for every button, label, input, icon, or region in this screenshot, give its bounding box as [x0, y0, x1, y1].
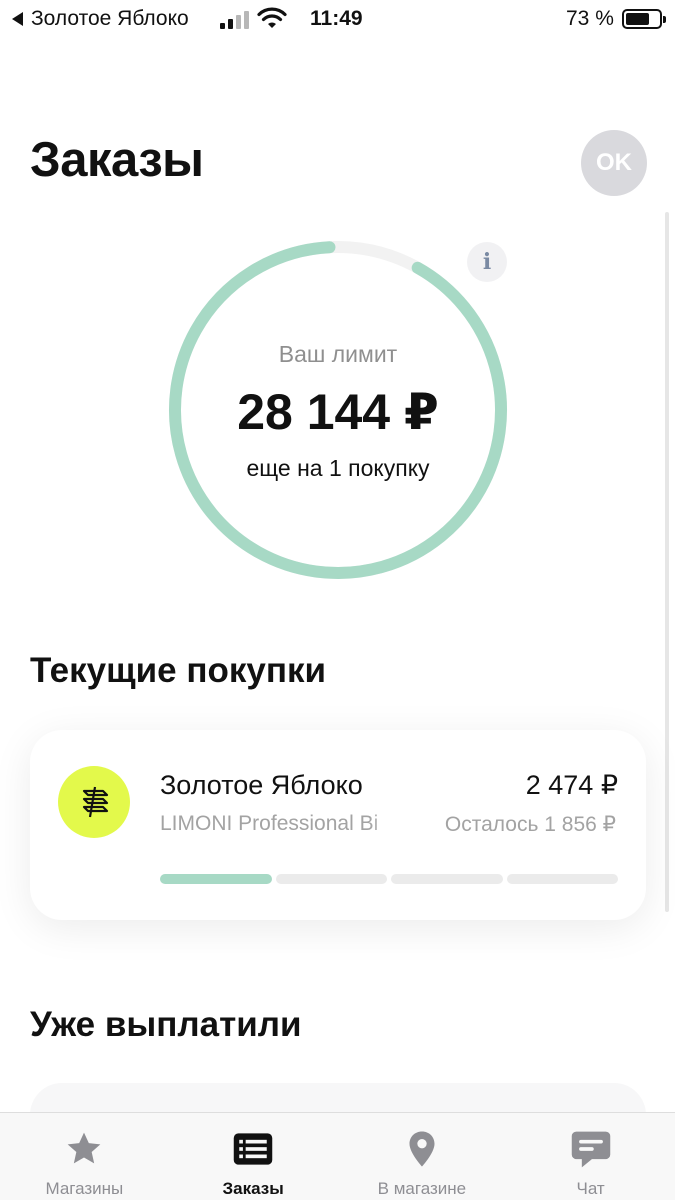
tab-in-store[interactable]: В магазине: [338, 1113, 507, 1200]
remaining-amount: Осталось 1 856 ₽: [444, 813, 616, 836]
payment-progress: [160, 874, 618, 884]
limit-label: Ваш лимит: [278, 341, 398, 367]
tab-stores[interactable]: Магазины: [0, 1113, 169, 1200]
tab-orders[interactable]: Заказы: [169, 1113, 338, 1200]
star-icon: [62, 1127, 106, 1171]
store-name: Золотое Яблоко: [160, 770, 363, 800]
profile-avatar-button[interactable]: OK: [581, 130, 647, 196]
purchase-amount: 2 474 ₽: [525, 770, 618, 800]
product-name: LIMONI Professional Bi: [160, 812, 379, 835]
limit-amount: 28 144 ₽: [237, 384, 439, 440]
clock: 11:49: [310, 7, 363, 30]
payment-segment-pending: [275, 874, 387, 884]
info-icon: i: [482, 249, 492, 275]
tab-chat[interactable]: Чат: [506, 1113, 675, 1200]
back-app-label: Золотое Яблоко: [31, 7, 189, 30]
battery-percent: 73 %: [566, 7, 614, 30]
store-logo-icon: [58, 766, 130, 838]
chat-icon: [569, 1127, 613, 1171]
back-arrow-icon: [12, 12, 23, 26]
tab-label: В магазине: [377, 1179, 467, 1198]
payment-segment-pending: [506, 874, 618, 884]
tab-label: Магазины: [45, 1179, 124, 1198]
store-logo-mark: [82, 786, 109, 818]
battery-icon: [622, 9, 666, 29]
location-pin-icon: [400, 1127, 444, 1171]
payment-segment-paid: [160, 874, 272, 884]
wifi-icon: [257, 7, 287, 28]
section-title-current: Текущие покупки: [30, 651, 326, 690]
status-bar: Золотое Яблоко 11:49 73 %: [0, 0, 675, 40]
limit-info-button[interactable]: i: [467, 242, 507, 282]
tab-bar: Магазины Заказы В магазине Чат: [0, 1112, 675, 1200]
orders-list-icon: [231, 1127, 275, 1171]
section-title-paid: Уже выплатили: [30, 1005, 302, 1044]
cellular-signal-icon: [220, 11, 250, 29]
purchase-card[interactable]: Золотое Яблоко LIMONI Professional Bi 2 …: [30, 730, 646, 920]
limit-note: еще на 1 покупку: [246, 455, 430, 481]
page-title: Заказы: [30, 133, 204, 187]
tab-label: Чат: [576, 1179, 605, 1198]
payment-segment-pending: [391, 874, 503, 884]
tab-label: Заказы: [222, 1179, 284, 1198]
back-to-app-button[interactable]: Золотое Яблоко: [12, 7, 189, 31]
battery-fill: [626, 13, 650, 25]
scroll-indicator: [665, 212, 669, 912]
